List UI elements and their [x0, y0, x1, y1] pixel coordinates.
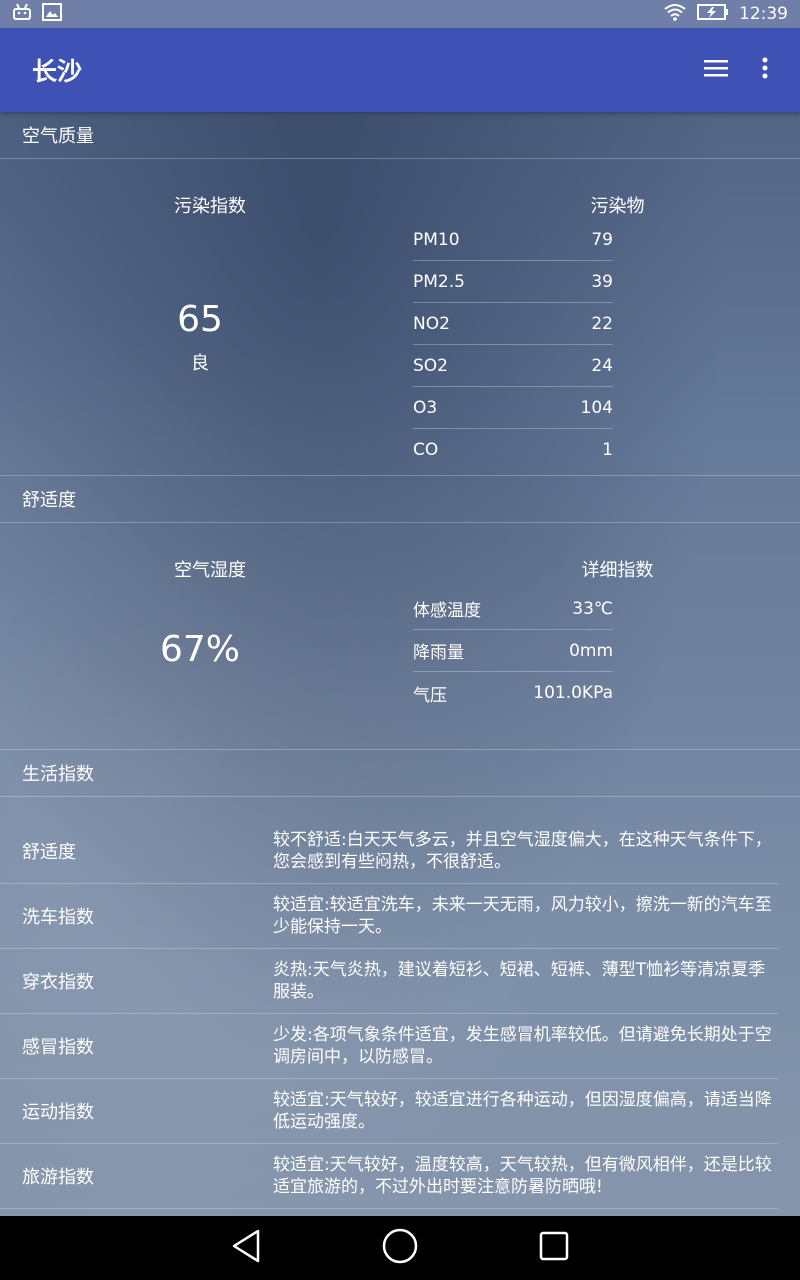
aqi-value: 65	[177, 299, 223, 340]
app-bar: 长沙	[0, 28, 800, 112]
pollutant-value: 39	[591, 271, 613, 292]
humidity-heading: 空气湿度	[174, 560, 246, 581]
life-index-name: 运动指数	[22, 1102, 94, 1123]
pollutant-value: 22	[591, 313, 613, 334]
pollutant-value: 104	[580, 397, 613, 418]
navigation-bar	[0, 1216, 800, 1280]
pollutant-name: SO2	[413, 355, 448, 376]
detail-name: 降雨量	[413, 643, 464, 663]
comfort-header: 舒适度	[0, 476, 800, 523]
back-icon[interactable]	[230, 1229, 262, 1267]
home-icon[interactable]	[382, 1228, 418, 1268]
pollutants-heading: 污染物	[590, 196, 645, 217]
pollutant-name: PM10	[413, 229, 460, 250]
life-index-desc: 较适宜:天气较好，温度较高，天气较热，但有微风相伴，还是比较适宜旅游的，不过外出…	[273, 1155, 772, 1197]
status-time: 12:39	[739, 4, 788, 24]
city-title: 长沙	[32, 57, 83, 86]
pollutant-name: O3	[413, 397, 438, 418]
detail-row: 降雨量 0mm	[413, 630, 613, 672]
pollutant-row: CO 1	[413, 429, 613, 471]
menu-list-icon[interactable]	[704, 58, 728, 82]
detail-row: 体感温度 33℃	[413, 588, 613, 630]
life-index-name: 旅游指数	[22, 1167, 94, 1188]
pollutant-row: SO2 24	[413, 345, 613, 387]
battery-charging-icon	[697, 3, 729, 26]
comfort-panel: 空气湿度 67% 详细指数 体感温度 33℃ 降雨量 0mm 气压 101.0K…	[0, 523, 800, 749]
life-index-desc: 少发:各项气象条件适宜，发生感冒机率较低。但请避免长期处于空调房间中，以防感冒。	[273, 1025, 772, 1067]
pollutant-row: NO2 22	[413, 303, 613, 345]
detail-name: 气压	[413, 685, 447, 706]
life-index-name: 洗车指数	[22, 907, 94, 928]
air-quality-header: 空气质量	[0, 112, 800, 159]
detail-value: 0mm	[569, 640, 613, 661]
humidity-value: 67%	[159, 629, 240, 670]
life-index-row[interactable]: 洗车指数 较适宜:较适宜洗车，未来一天无雨，风力较小，擦洗一新的汽车至少能保持一…	[0, 884, 778, 949]
detail-value: 33℃	[572, 598, 613, 619]
life-index-row[interactable]: 感冒指数 少发:各项气象条件适宜，发生感冒机率较低。但请避免长期处于空调房间中，…	[0, 1014, 778, 1079]
recents-icon[interactable]	[538, 1230, 570, 1266]
life-index-header: 生活指数	[0, 750, 800, 797]
aqi-level: 良	[191, 353, 209, 374]
life-index-desc: 较不舒适:白天天气多云，并且空气湿度偏大，在这种天气条件下，您会感到有些闷热，不…	[273, 830, 772, 872]
pollutants-list: PM10 79 PM2.5 39 NO2 22 SO2 24 O3 104 CO…	[413, 219, 613, 471]
life-index-desc: 炎热:天气炎热，建议着短衫、短裙、短裤、薄型T恤衫等清凉夏季服装。	[273, 960, 766, 1002]
air-quality-panel: 污染指数 65 良 污染物 PM10 79 PM2.5 39 NO2 22 SO…	[0, 159, 800, 475]
pollutant-row: O3 104	[413, 387, 613, 429]
pollution-index-heading: 污染指数	[174, 196, 246, 217]
life-index-row[interactable]: 旅游指数 较适宜:天气较好，温度较高，天气较热，但有微风相伴，还是比较适宜旅游的…	[0, 1144, 778, 1209]
life-index-name: 舒适度	[22, 842, 76, 863]
detail-index-heading: 详细指数	[581, 560, 654, 581]
detail-name: 体感温度	[413, 601, 481, 621]
life-index-name: 穿衣指数	[22, 972, 94, 993]
content-scroll[interactable]: 空气质量 污染指数 65 良 污染物 PM10 79 PM2.5 39 NO2 …	[0, 112, 800, 1216]
pollutant-value: 1	[602, 440, 613, 460]
detail-list: 体感温度 33℃ 降雨量 0mm 气压 101.0KPa	[413, 588, 613, 714]
detail-row: 气压 101.0KPa	[413, 672, 613, 714]
life-index-row[interactable]: 运动指数 较适宜:天气较好，较适宜进行各种运动，但因湿度偏高，请适当降低运动强度…	[0, 1079, 778, 1144]
life-index-name: 感冒指数	[22, 1037, 94, 1058]
more-vert-icon[interactable]	[762, 57, 768, 83]
wifi-icon	[663, 3, 687, 26]
pollutant-value: 79	[591, 229, 613, 250]
android-debug-icon	[12, 3, 32, 25]
pollutant-name: PM2.5	[413, 271, 465, 292]
detail-value: 101.0KPa	[533, 683, 613, 703]
image-icon	[42, 3, 62, 25]
life-index-row[interactable]: 穿衣指数 炎热:天气炎热，建议着短衫、短裙、短裤、薄型T恤衫等清凉夏季服装。	[0, 949, 778, 1014]
pollutant-row: PM10 79	[413, 219, 613, 261]
life-index-list: 舒适度 较不舒适:白天天气多云，并且空气湿度偏大，在这种天气条件下，您会感到有些…	[0, 819, 800, 1209]
pollutant-row: PM2.5 39	[413, 261, 613, 303]
life-index-desc: 较适宜:较适宜洗车，未来一天无雨，风力较小，擦洗一新的汽车至少能保持一天。	[273, 895, 772, 937]
life-index-desc: 较适宜:天气较好，较适宜进行各种运动，但因湿度偏高，请适当降低运动强度。	[273, 1090, 772, 1132]
pollutant-name: CO	[413, 440, 439, 460]
pollutant-value: 24	[591, 355, 613, 376]
life-index-row[interactable]: 舒适度 较不舒适:白天天气多云，并且空气湿度偏大，在这种天气条件下，您会感到有些…	[0, 819, 778, 884]
status-bar: 12:39	[0, 0, 800, 28]
pollutant-name: NO2	[413, 313, 450, 334]
